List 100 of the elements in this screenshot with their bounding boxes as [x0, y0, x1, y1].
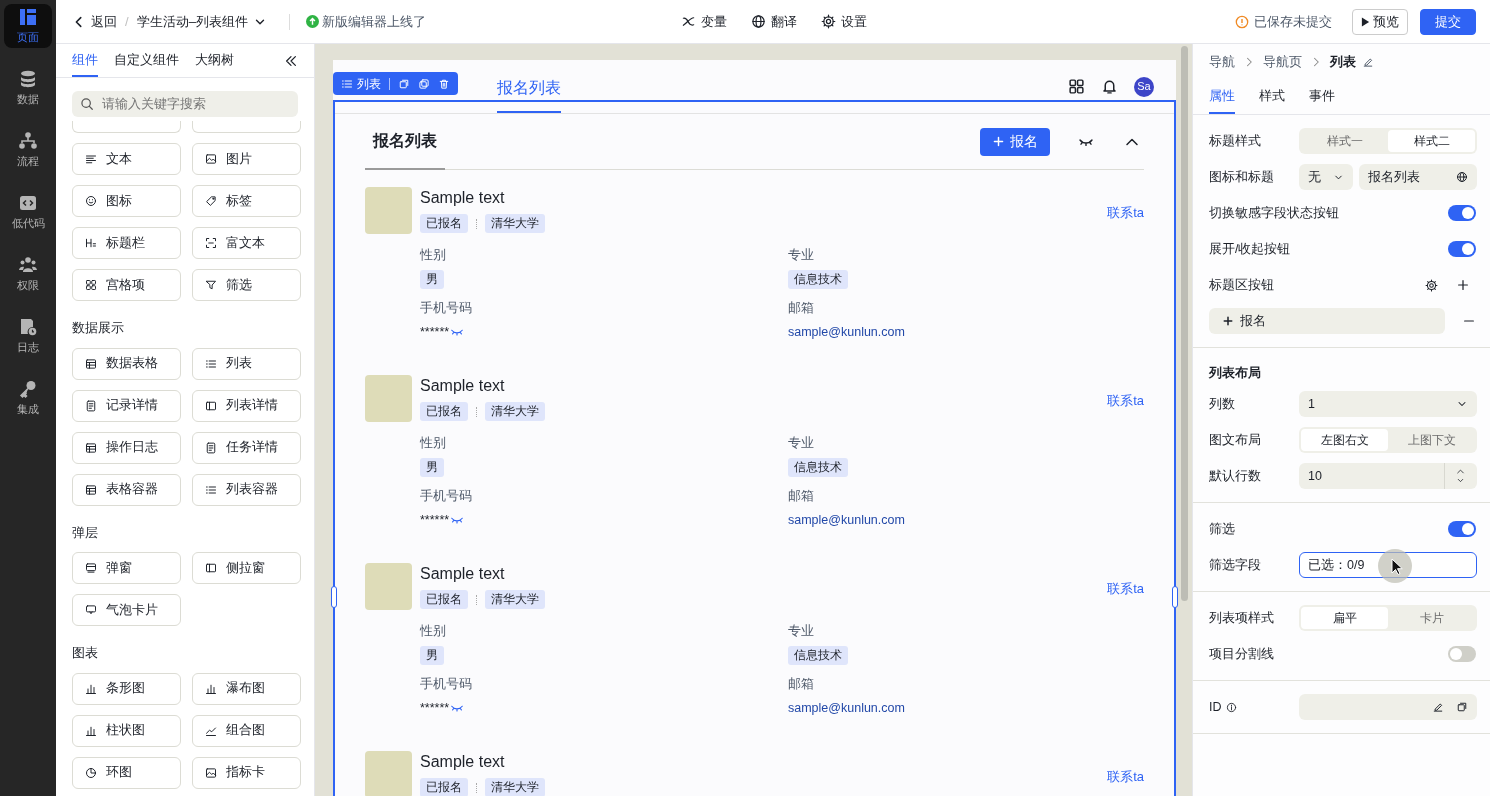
- component-button[interactable]: 列表详情: [192, 389, 301, 422]
- component-button[interactable]: 列表: [192, 347, 301, 380]
- component-button[interactable]: 环图: [72, 756, 181, 789]
- title-button-item[interactable]: 报名: [1209, 308, 1445, 334]
- settings-button[interactable]: 设置: [821, 11, 867, 32]
- component-button[interactable]: 列表容器: [192, 473, 301, 506]
- component-button[interactable]: 弹窗: [72, 552, 181, 584]
- bell-icon[interactable]: [1101, 78, 1118, 95]
- toggle-switch[interactable]: [1448, 241, 1476, 257]
- component-button[interactable]: 条形图: [72, 672, 181, 705]
- segment-option[interactable]: 样式一: [1301, 130, 1388, 152]
- toggle-switch[interactable]: [1448, 646, 1476, 662]
- translate-button[interactable]: 翻译: [751, 11, 797, 32]
- panel-tab[interactable]: 大纲树: [195, 44, 234, 77]
- panel-tab[interactable]: 属性: [1209, 80, 1235, 114]
- component-button[interactable]: 表格容器: [72, 473, 181, 506]
- sidebar-item[interactable]: 流程: [4, 128, 52, 172]
- preview-button[interactable]: 预览: [1352, 8, 1408, 35]
- component-button[interactable]: 操作日志: [72, 431, 181, 464]
- search-input[interactable]: 请输入关键字搜索: [100, 93, 290, 115]
- component-button[interactable]: 数据表格: [72, 347, 181, 380]
- masked-value: ******: [420, 324, 450, 341]
- email-link[interactable]: sample@kunlun.com: [788, 699, 905, 717]
- copy-icon[interactable]: [1456, 701, 1468, 713]
- grid-icon: [85, 279, 97, 291]
- duplicate-icon[interactable]: [418, 77, 430, 90]
- email-link[interactable]: sample@kunlun.com: [788, 323, 905, 341]
- number-field[interactable]: 10: [1299, 463, 1477, 489]
- pencil-icon[interactable]: [1362, 56, 1374, 68]
- contact-link[interactable]: 联系ta: [1107, 203, 1144, 223]
- segment-option[interactable]: 样式二: [1388, 130, 1475, 152]
- sidebar-item[interactable]: 权限: [4, 252, 52, 296]
- list-icon: [205, 357, 217, 370]
- component-button[interactable]: 富文本: [192, 227, 301, 259]
- id-field[interactable]: [1299, 694, 1477, 720]
- segment-option[interactable]: 上图下文: [1388, 429, 1475, 451]
- sidebar-item[interactable]: 数据: [4, 66, 52, 110]
- search-field[interactable]: 请输入关键字搜索: [72, 91, 298, 117]
- plus-icon[interactable]: [1456, 278, 1470, 292]
- info-icon[interactable]: [1225, 701, 1237, 713]
- back-button[interactable]: 返回: [72, 11, 117, 32]
- segment-option[interactable]: 卡片: [1388, 607, 1475, 629]
- component-button[interactable]: 指标卡: [192, 756, 301, 789]
- page-title-dropdown[interactable]: 学生活动–列表组件: [136, 11, 267, 32]
- trash-icon[interactable]: [438, 77, 450, 90]
- breadcrumb-item[interactable]: 导航: [1209, 52, 1235, 72]
- bar-chart-icon: [205, 682, 217, 695]
- segment-option[interactable]: 左图右文: [1301, 429, 1388, 451]
- component-button[interactable]: 柱状图: [72, 714, 181, 747]
- contact-link[interactable]: 联系ta: [1107, 579, 1144, 599]
- add-button[interactable]: 报名: [980, 127, 1050, 156]
- component-button[interactable]: 文本: [72, 143, 181, 175]
- component-button[interactable]: 任务详情: [192, 431, 301, 464]
- field-label: 性别: [420, 247, 447, 264]
- panel-tab[interactable]: 组件: [72, 44, 98, 77]
- panel-tab[interactable]: 事件: [1309, 80, 1335, 114]
- avatar[interactable]: Sa: [1134, 76, 1154, 97]
- field-value: 信息技术: [788, 270, 848, 289]
- contact-link[interactable]: 联系ta: [1107, 767, 1144, 787]
- resize-handle[interactable]: [1172, 586, 1178, 608]
- sidebar-item[interactable]: 集成: [4, 376, 52, 420]
- scrollbar-thumb[interactable]: [1180, 46, 1188, 601]
- globe-icon[interactable]: [1456, 171, 1468, 183]
- chevron-down-icon[interactable]: [1456, 476, 1465, 485]
- nav-tab[interactable]: 报名列表: [497, 60, 561, 113]
- sidebar-item[interactable]: 低代码: [4, 190, 52, 234]
- email-link[interactable]: sample@kunlun.com: [788, 511, 905, 529]
- breadcrumb-item[interactable]: 导航页: [1263, 52, 1302, 72]
- double-chevron-left-icon[interactable]: [284, 53, 298, 68]
- panel-tab[interactable]: 自定义组件: [114, 44, 179, 77]
- variable-button[interactable]: 变量: [681, 11, 727, 32]
- component-button[interactable]: 侧拉窗: [192, 552, 301, 584]
- panel-tab[interactable]: 样式: [1259, 80, 1285, 114]
- resize-handle[interactable]: [331, 586, 337, 608]
- grid-icon[interactable]: [1068, 78, 1085, 95]
- component-button[interactable]: 标签: [192, 185, 301, 217]
- component-button[interactable]: 组合图: [192, 714, 301, 747]
- pencil-icon[interactable]: [1432, 701, 1444, 713]
- submit-button[interactable]: 提交: [1420, 8, 1476, 35]
- component-button[interactable]: 气泡卡片: [72, 594, 181, 626]
- component-button[interactable]: 标题栏: [72, 227, 181, 259]
- component-button[interactable]: 瀑布图: [192, 672, 301, 705]
- component-button[interactable]: 图片: [192, 143, 301, 175]
- settings-icon[interactable]: [1425, 278, 1438, 292]
- tag: 已报名: [420, 214, 468, 233]
- component-button[interactable]: 记录详情: [72, 389, 181, 422]
- contact-link[interactable]: 联系ta: [1107, 391, 1144, 411]
- title-input[interactable]: 报名列表: [1359, 164, 1477, 190]
- select-field[interactable]: 1: [1299, 391, 1477, 417]
- toggle-switch[interactable]: [1448, 205, 1476, 221]
- copy-icon[interactable]: [398, 77, 410, 90]
- icon-select[interactable]: 无: [1299, 164, 1353, 190]
- component-button[interactable]: 筛选: [192, 269, 301, 301]
- component-button[interactable]: 图标: [72, 185, 181, 217]
- segment-option[interactable]: 扁平: [1301, 607, 1388, 629]
- sidebar-item[interactable]: 页面: [4, 4, 52, 48]
- smiley-icon: [85, 195, 97, 207]
- sidebar-item[interactable]: 日志: [4, 314, 52, 358]
- toggle-switch[interactable]: [1448, 521, 1476, 537]
- component-button[interactable]: 宫格项: [72, 269, 181, 301]
